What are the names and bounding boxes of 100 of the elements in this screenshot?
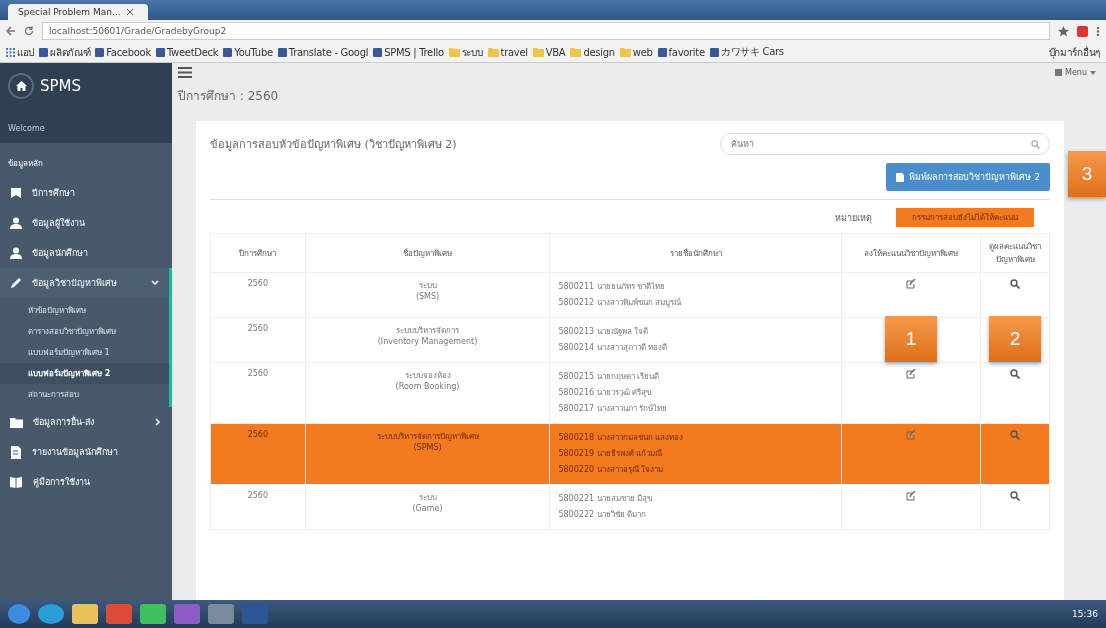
menu-icon[interactable] [178, 67, 192, 78]
sidebar-subitem[interactable]: แบบฟอร์มปัญหาพิเศษ 1 [0, 342, 169, 363]
callout-badge: 1 [885, 316, 937, 362]
table-cell: 5800221 นายสมชาย มีสุข 5800222 นายวิชัย ดีมาก [549, 484, 842, 530]
sidebar-subitem[interactable]: สถานะการสอบ [0, 384, 169, 405]
sidebar-item[interactable]: ปีการศึกษา [0, 178, 172, 208]
edit-icon[interactable] [906, 369, 916, 379]
folder-icon [619, 47, 631, 57]
table-cell: 5800213 นายณัฐพล ใจดี 5800214 นางสาวสุภาวดี ทองดี [549, 317, 842, 363]
folder-icon [448, 47, 460, 57]
page-icon [155, 47, 165, 57]
document-icon [10, 445, 22, 459]
sidebar-subitem[interactable]: หัวข้อปัญหาพิเศษ [0, 300, 169, 321]
browser-taskbar-icon[interactable] [38, 604, 64, 624]
table-cell: 2560 [210, 423, 306, 485]
page-icon [373, 47, 383, 57]
chevron-icon [155, 418, 161, 426]
start-button[interactable] [8, 604, 30, 624]
folder-icon [487, 47, 499, 57]
bookmark-link[interactable]: web [619, 46, 653, 58]
bookmark-link[interactable]: favorite [657, 46, 705, 58]
sidebar-subitem[interactable]: ตารางสอบวิชาปัญหาพิเศษ [0, 321, 169, 342]
table-cell: 2560 [210, 317, 306, 363]
sidebar-item[interactable]: ข้อมูลผู้ใช้งาน [0, 208, 172, 238]
page-icon [709, 47, 719, 57]
search-icon[interactable] [1010, 491, 1020, 501]
extension-icon[interactable] [1077, 25, 1088, 37]
document-icon [896, 172, 905, 182]
home-logo[interactable] [8, 73, 34, 99]
manual-icon [10, 476, 23, 488]
apps-grid-icon [6, 47, 15, 57]
table-cell: ระบบบริหารจัดการปัญหาพิเศษ (SPMS) [305, 423, 550, 485]
search-field[interactable]: ค้นหา [720, 133, 1050, 155]
sidebar-item[interactable]: ข้อมูลนักศึกษา [0, 238, 172, 268]
folder-icon [570, 47, 582, 57]
chevron-icon [151, 280, 159, 286]
reload-icon[interactable] [24, 26, 34, 36]
browser-tab[interactable]: Special Problem Man... [8, 4, 148, 20]
column-header: รายชื่อนักศึกษา [549, 233, 842, 273]
table-cell: 5800218 นางสาวกมลชนก แสงทอง 5800219 นายธีรพงศ์ แก้วมณี 5800220 นางสาวอรุณี ใจงาม [549, 423, 842, 485]
bookmark-link[interactable]: TweetDeck [155, 46, 219, 58]
brand-name: SPMS [40, 77, 82, 95]
legend-swatch: กรรมการสอบยังไม่ได้ให้คะแนน [896, 208, 1034, 227]
table-cell: 2560 [210, 272, 306, 318]
table-cell: 2560 [210, 484, 306, 530]
edit-icon[interactable] [906, 279, 916, 289]
column-header: ชื่อปัญหาพิเศษ [305, 233, 550, 273]
close-icon[interactable] [126, 9, 133, 15]
search-icon[interactable] [1010, 279, 1020, 289]
academic-year-label: ปีการศึกษา : 2560 [178, 88, 280, 105]
bookmark-link[interactable]: Translate - Googl [277, 46, 369, 58]
bookmark-link[interactable]: travel [487, 46, 528, 58]
panel-title: ข้อมูลการสอบหัวข้อปัญหาพิเศษ (วิชาปัญหาพิเศษ 2) [210, 137, 457, 153]
table-cell: ระบบบริหารจัดการ (Inventory Management) [305, 317, 550, 363]
user-icon [10, 247, 22, 259]
home-icon [15, 81, 27, 91]
book-icon [10, 187, 22, 199]
sidebar-subitem[interactable]: แบบฟอร์มปัญหาพิเศษ 2 [0, 363, 169, 384]
bookmark-link[interactable]: design [570, 46, 615, 58]
welcome-text: Welcome [8, 124, 46, 133]
grid-icon [1055, 69, 1063, 76]
table-cell: 2560 [210, 362, 306, 424]
pencil-icon [10, 277, 22, 289]
bookmark-link[interactable]: YouTube [223, 46, 273, 58]
search-icon [1031, 140, 1040, 149]
bookmark-link[interactable]: SPMS | Trello [373, 46, 444, 58]
bookmark-link[interactable]: ผลิตภัณฑ์ [39, 44, 91, 60]
page-icon [223, 47, 233, 57]
user-icon [10, 217, 22, 229]
menu-dropdown[interactable]: Menu [1055, 68, 1096, 77]
column-header: ดูผลคะแนนวิชาปัญหาพิเศษ [980, 233, 1050, 273]
section-heading: ข้อมูลหลัก [7, 158, 44, 171]
table-cell: ระบบจองห้อง (Room Booking) [305, 362, 550, 424]
menu-icon[interactable] [1096, 25, 1100, 37]
table-cell: 5800211 นายธนภัทร ชาติไทย 5800212 นางสาวพิมพ์ชนก สมบูรณ์ [549, 272, 842, 318]
page-icon [277, 47, 287, 57]
address-field[interactable]: localhost:50601/Grade/GradebyGroup2 [42, 22, 1050, 40]
bookmark-link[interactable]: カワサキ Cars [709, 45, 784, 59]
page-icon [657, 47, 667, 57]
page-icon [39, 47, 49, 57]
table-cell: 5800215 นายกฤษดา เรียนดี 5800216 นายวรวุฒิ ศรีสุข 5800217 นางสาวนภา รักษ์ไทย [549, 362, 842, 424]
caret-icon [1090, 70, 1096, 75]
back-icon[interactable] [6, 26, 16, 36]
page-icon [95, 47, 105, 57]
bookmark-link[interactable]: แอป [6, 44, 35, 60]
bookmark-link[interactable]: บุ๊กมาร์กอื่นๆ [1048, 44, 1100, 60]
sidebar-item[interactable]: คู่มือการใช้งาน [0, 467, 172, 497]
column-header: ลงให้คะแนนวิชาปัญหาพิเศษ [841, 233, 981, 273]
edit-icon[interactable] [906, 491, 916, 501]
taskbar-clock: 15:36 [1072, 609, 1098, 619]
sidebar-item[interactable]: รายงานข้อมูลนักศึกษา [0, 437, 172, 467]
star-icon[interactable] [1058, 25, 1069, 37]
column-header: ปีการศึกษา [210, 233, 306, 273]
sidebar-item[interactable]: ข้อมูลการยื่น-ส่ง [0, 407, 172, 437]
sidebar-item[interactable]: ข้อมูลวิชาปัญหาพิเศษ [0, 268, 172, 298]
search-icon[interactable] [1010, 369, 1020, 379]
bookmark-link[interactable]: ระบบ [448, 44, 483, 60]
table-cell: ระบบ (SMS) [305, 272, 550, 318]
bookmark-link[interactable]: Facebook [95, 46, 151, 58]
bookmark-link[interactable]: VBA [532, 46, 566, 58]
